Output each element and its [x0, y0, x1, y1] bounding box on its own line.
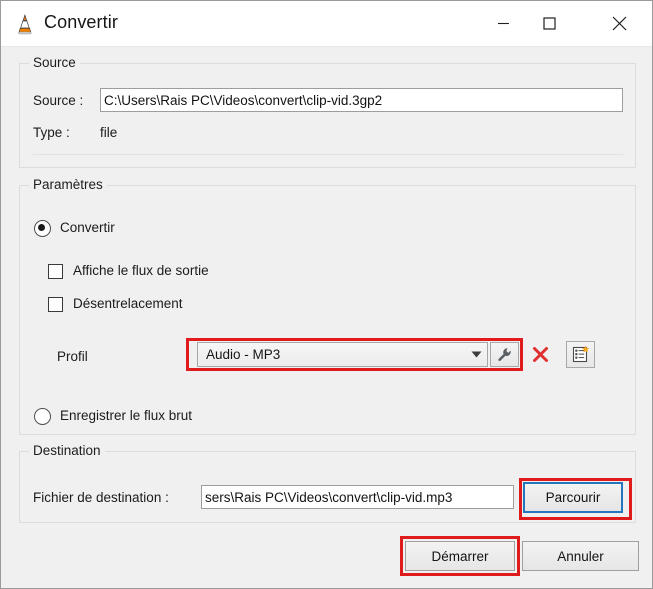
new-profile-icon — [572, 345, 590, 363]
start-button[interactable]: Démarrer — [405, 541, 515, 571]
wrench-icon — [497, 347, 511, 361]
deinterlace-checkbox[interactable] — [48, 297, 63, 312]
minimize-icon — [497, 22, 509, 24]
raw-stream-radio-label[interactable]: Enregistrer le flux brut — [60, 408, 192, 423]
source-type-value: file — [100, 125, 118, 140]
profile-combobox[interactable]: Audio - MP3 — [197, 342, 488, 367]
convert-radio-label[interactable]: Convertir — [60, 220, 115, 235]
destination-group-legend: Destination — [29, 443, 105, 458]
parameters-group: Paramètres Convertir Affiche le flux de … — [19, 177, 636, 435]
close-icon — [612, 16, 626, 30]
browse-button[interactable]: Parcourir — [523, 482, 623, 513]
chevron-down-icon[interactable] — [465, 343, 487, 366]
new-profile-button[interactable] — [566, 341, 595, 368]
convert-dialog-window: Convertir Source Source : Type : file — [0, 0, 653, 589]
close-button[interactable] — [596, 1, 642, 45]
destination-group: Destination Fichier de destination : Par… — [19, 443, 636, 523]
edit-profile-button[interactable] — [490, 342, 519, 367]
delete-x-icon — [533, 347, 548, 362]
raw-stream-radio[interactable] — [34, 408, 51, 425]
destination-file-input[interactable] — [201, 485, 514, 509]
source-path-input[interactable] — [100, 88, 623, 112]
maximize-button[interactable] — [526, 1, 572, 45]
convert-radio[interactable] — [34, 220, 51, 237]
profile-combobox-value: Audio - MP3 — [206, 347, 281, 362]
source-type-label: Type : — [33, 125, 70, 140]
minimize-button[interactable] — [480, 1, 526, 45]
window-title: Convertir — [44, 12, 118, 32]
delete-profile-button[interactable] — [526, 342, 555, 367]
destination-file-label: Fichier de destination : — [33, 490, 169, 505]
profile-label: Profil — [57, 349, 88, 364]
show-output-checkbox[interactable] — [48, 264, 63, 279]
parameters-group-legend: Paramètres — [29, 177, 107, 192]
source-divider — [33, 154, 623, 155]
vlc-cone-icon — [13, 12, 37, 36]
maximize-icon — [542, 16, 556, 30]
deinterlace-checkbox-label[interactable]: Désentrelacement — [73, 296, 183, 311]
source-path-label: Source : — [33, 93, 84, 108]
source-group-legend: Source — [29, 55, 80, 70]
cancel-button[interactable]: Annuler — [522, 541, 639, 571]
title-bar: Convertir — [1, 1, 652, 47]
show-output-checkbox-label[interactable]: Affiche le flux de sortie — [73, 263, 209, 278]
source-group: Source Source : Type : file — [19, 55, 636, 168]
